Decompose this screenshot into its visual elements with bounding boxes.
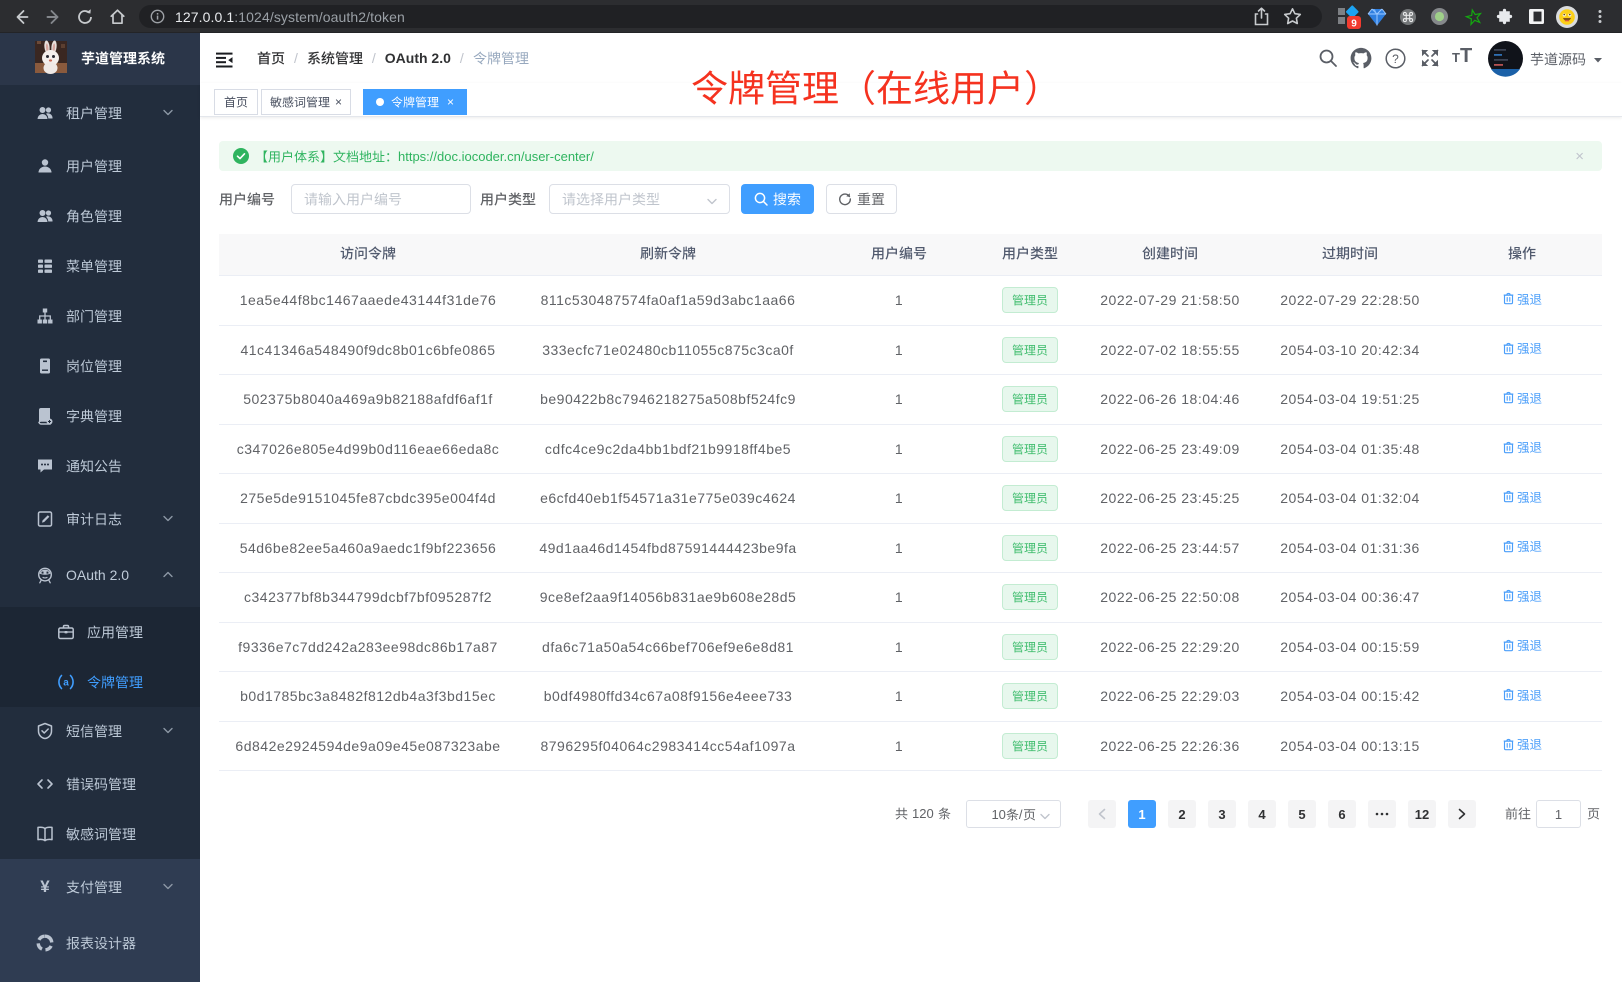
svg-text:?: ?	[1392, 52, 1399, 66]
svg-text:9: 9	[1351, 18, 1357, 29]
svg-text:a: a	[63, 678, 69, 689]
